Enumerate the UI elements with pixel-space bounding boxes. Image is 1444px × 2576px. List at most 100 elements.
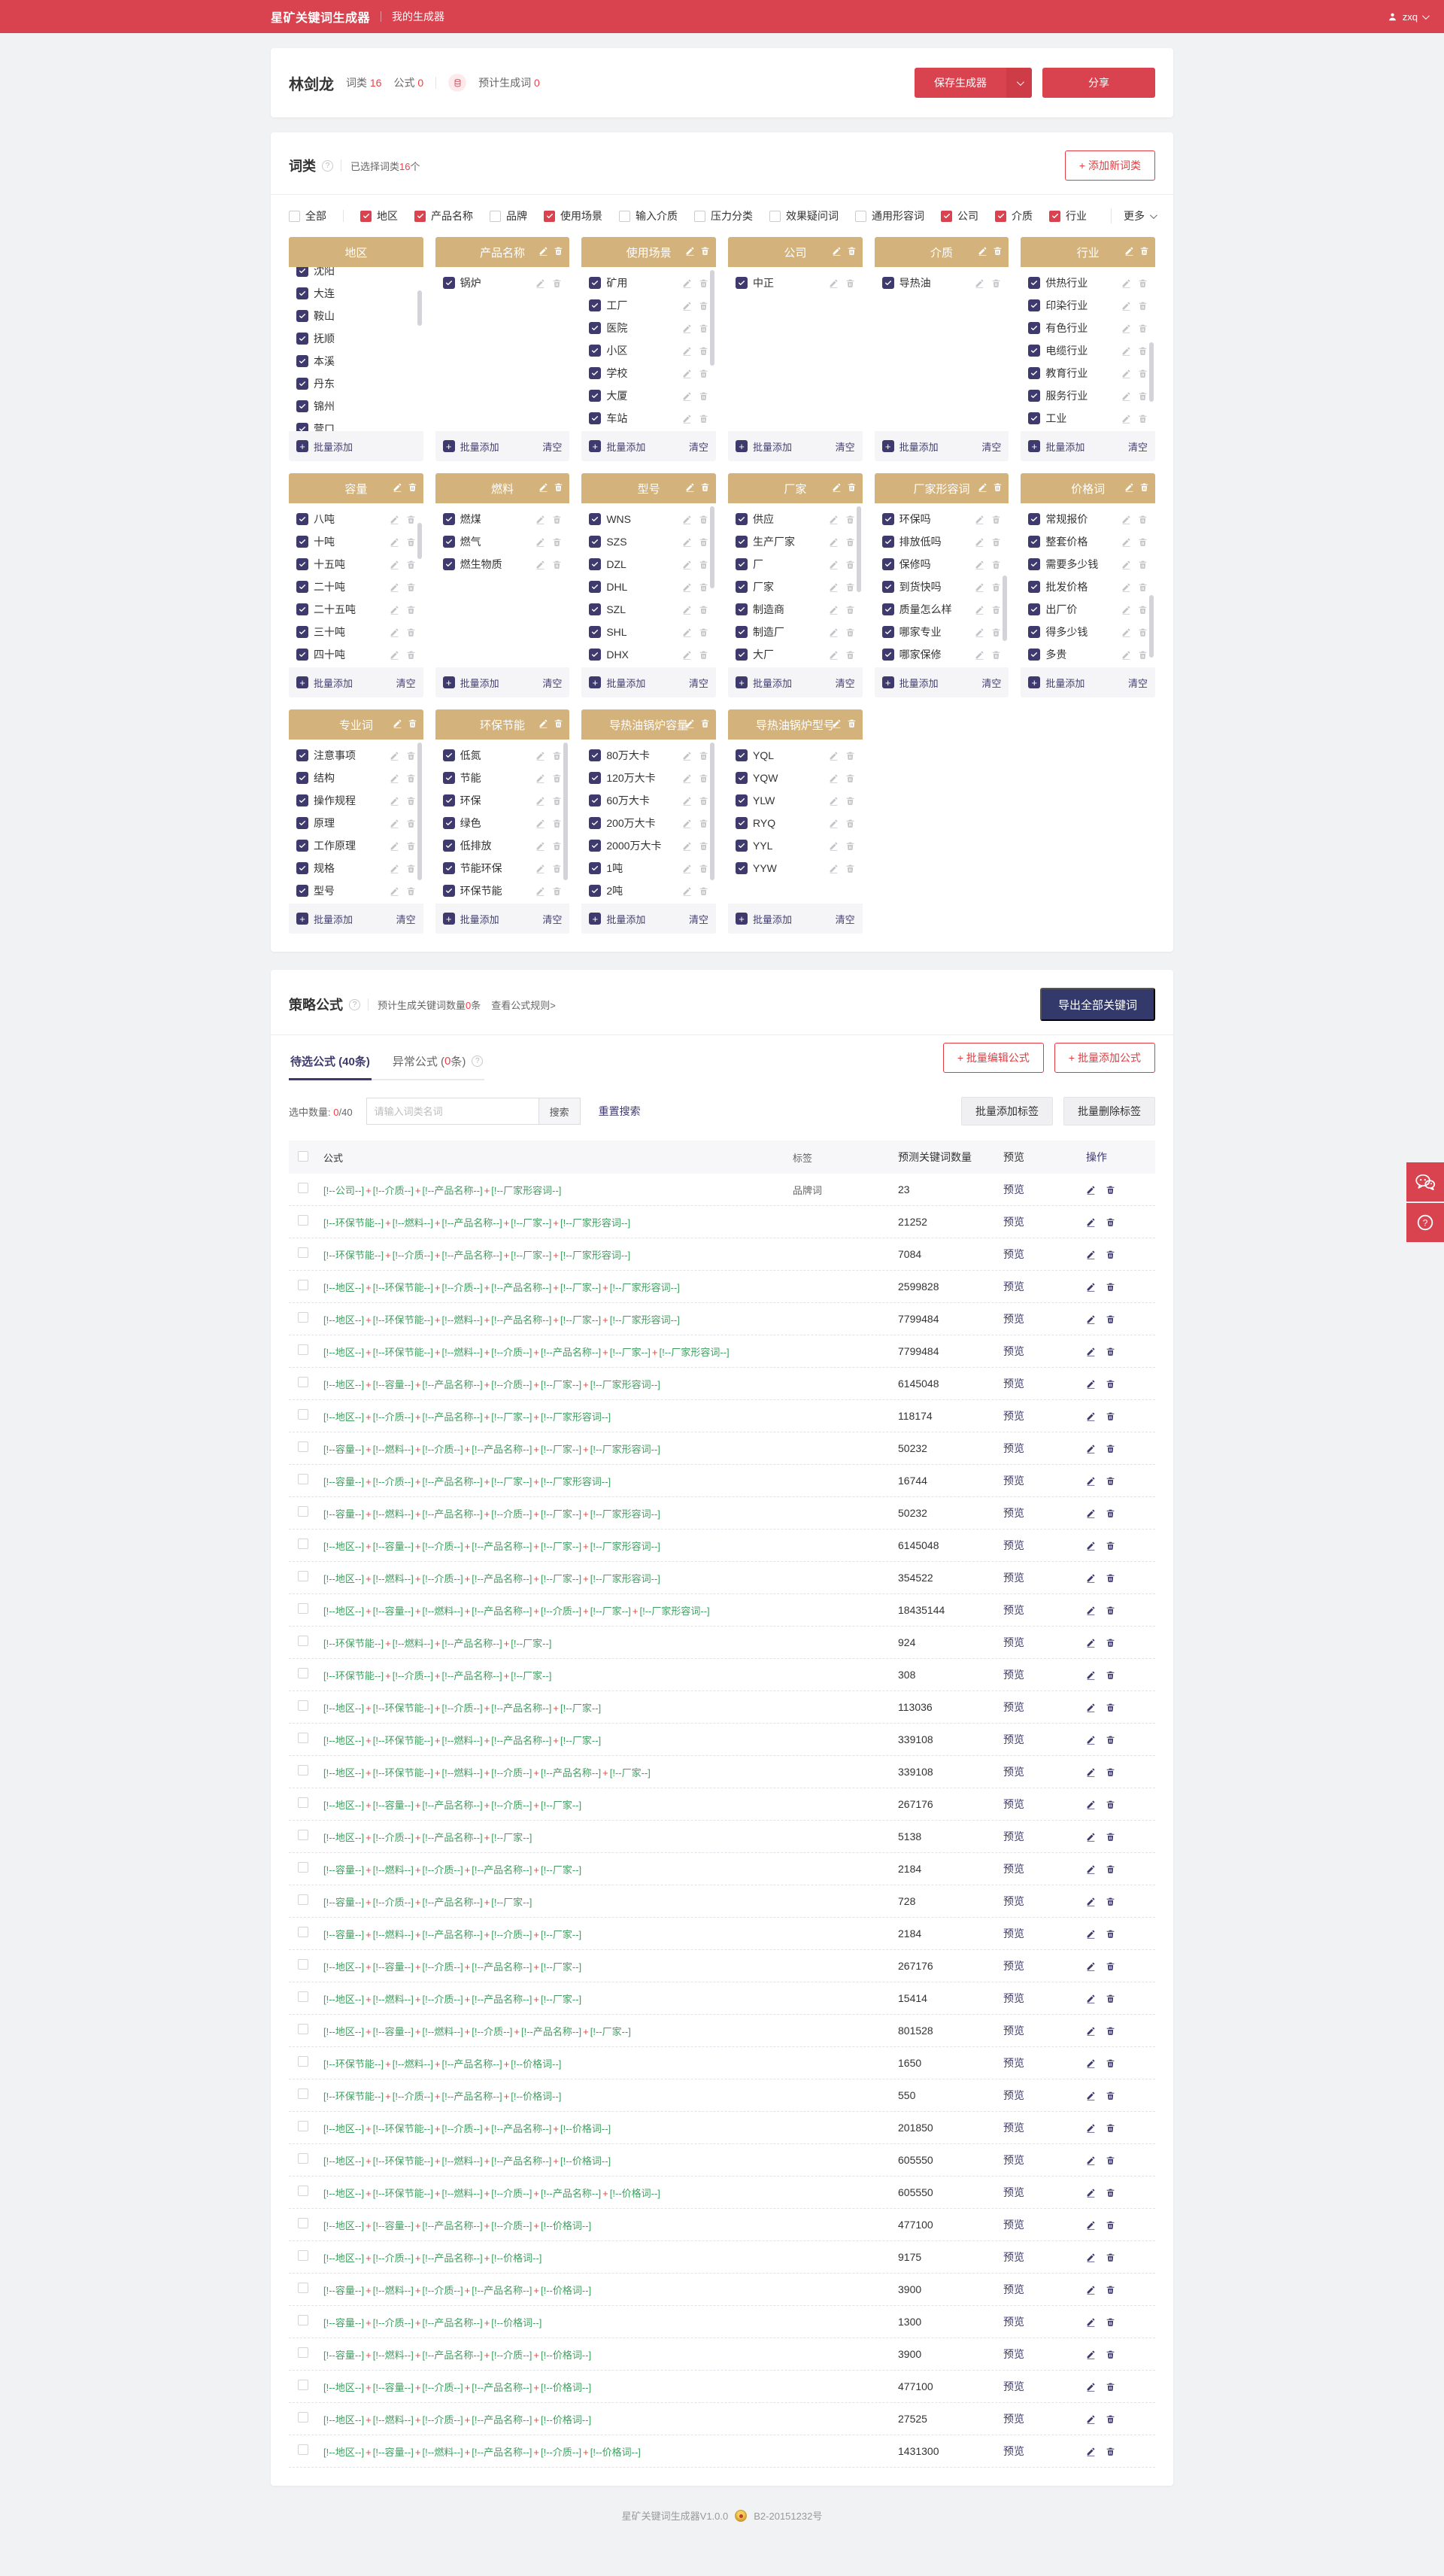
delete-icon[interactable] <box>991 515 1001 524</box>
edit-icon[interactable] <box>393 718 402 731</box>
preview-link[interactable]: 预览 <box>1003 1216 1024 1228</box>
item-checkbox[interactable] <box>296 310 308 322</box>
edit-icon[interactable] <box>1086 1347 1096 1356</box>
edit-icon[interactable] <box>1121 560 1131 570</box>
item-checkbox[interactable] <box>1028 513 1041 525</box>
edit-icon[interactable] <box>975 515 984 524</box>
delete-icon[interactable] <box>845 627 855 637</box>
delete-icon[interactable] <box>1138 650 1148 660</box>
item-checkbox[interactable] <box>296 817 308 829</box>
item-checkbox[interactable] <box>736 649 748 661</box>
preview-link[interactable]: 预览 <box>1003 2089 1024 2101</box>
delete-icon[interactable] <box>1106 2058 1115 2068</box>
row-checkbox[interactable] <box>298 1214 308 1226</box>
delete-icon[interactable] <box>991 278 1001 288</box>
edit-icon[interactable] <box>682 324 692 333</box>
edit-icon[interactable] <box>1086 2123 1096 2133</box>
select-all-checkbox[interactable] <box>298 1150 308 1162</box>
item-checkbox[interactable] <box>442 513 455 525</box>
edit-icon[interactable] <box>1086 2091 1096 2101</box>
preview-link[interactable]: 预览 <box>1003 1345 1024 1357</box>
edit-icon[interactable] <box>682 841 692 851</box>
clear-button[interactable]: 清空 <box>1128 676 1148 690</box>
item-checkbox[interactable] <box>296 333 308 345</box>
delete-icon[interactable] <box>1106 2220 1115 2230</box>
delete-icon[interactable] <box>1106 1670 1115 1680</box>
edit-icon[interactable] <box>390 515 399 524</box>
item-checkbox[interactable] <box>589 862 602 874</box>
item-checkbox[interactable] <box>1028 299 1041 311</box>
edit-icon[interactable] <box>1086 1185 1096 1195</box>
filter-item[interactable]: 产品名称 <box>414 208 473 223</box>
edit-icon[interactable] <box>682 751 692 761</box>
item-checkbox[interactable] <box>296 649 308 661</box>
item-checkbox[interactable] <box>736 772 748 784</box>
delete-icon[interactable] <box>1106 1800 1115 1809</box>
edit-icon[interactable] <box>1086 2220 1096 2230</box>
edit-icon[interactable] <box>535 841 545 851</box>
batch-add-button[interactable]: + 批量添加 <box>1028 439 1085 454</box>
row-checkbox[interactable] <box>298 1861 308 1873</box>
edit-icon[interactable] <box>1121 301 1131 311</box>
delete-icon[interactable] <box>699 301 708 311</box>
item-checkbox[interactable] <box>736 581 748 593</box>
item-checkbox[interactable] <box>442 277 455 289</box>
preview-link[interactable]: 预览 <box>1003 2445 1024 2457</box>
item-checkbox[interactable] <box>736 513 748 525</box>
preview-link[interactable]: 预览 <box>1003 2057 1024 2069</box>
delete-icon[interactable] <box>1106 2155 1115 2165</box>
delete-icon[interactable] <box>1138 537 1148 547</box>
edit-icon[interactable] <box>535 819 545 828</box>
row-checkbox[interactable] <box>298 1602 308 1614</box>
edit-icon[interactable] <box>1086 2285 1096 2295</box>
edit-icon[interactable] <box>682 650 692 660</box>
filter-item[interactable]: 使用场景 <box>544 208 602 223</box>
delete-icon[interactable] <box>699 841 708 851</box>
delete-icon[interactable] <box>1106 1411 1115 1421</box>
delete-icon[interactable] <box>1106 1961 1115 1971</box>
edit-icon[interactable] <box>1121 650 1131 660</box>
clear-button[interactable]: 清空 <box>689 676 708 690</box>
delete-icon[interactable] <box>1106 2317 1115 2327</box>
item-checkbox[interactable] <box>589 390 602 402</box>
filter-item[interactable]: 介质 <box>995 208 1033 223</box>
delete-icon[interactable] <box>699 627 708 637</box>
preview-link[interactable]: 预览 <box>1003 1507 1024 1519</box>
delete-icon[interactable] <box>406 773 416 783</box>
delete-icon[interactable] <box>1138 414 1148 424</box>
edit-icon[interactable] <box>1086 1864 1096 1874</box>
delete-icon[interactable] <box>406 841 416 851</box>
edit-icon[interactable] <box>1086 2414 1096 2424</box>
scrollbar[interactable] <box>417 290 422 327</box>
delete-icon[interactable] <box>1139 482 1149 495</box>
delete-icon[interactable] <box>700 246 710 259</box>
batch-add-button[interactable]: + 批量添加 <box>442 912 499 926</box>
row-checkbox[interactable] <box>298 1667 308 1678</box>
delete-icon[interactable] <box>1106 1573 1115 1583</box>
edit-icon[interactable] <box>832 482 842 495</box>
item-checkbox[interactable] <box>589 513 602 525</box>
preview-link[interactable]: 预览 <box>1003 1442 1024 1454</box>
delete-icon[interactable] <box>993 482 1003 495</box>
wechat-chat-icon[interactable] <box>1406 1162 1444 1201</box>
item-checkbox[interactable] <box>442 772 455 784</box>
scrollbar[interactable] <box>1149 342 1154 402</box>
edit-icon[interactable] <box>829 560 839 570</box>
row-checkbox[interactable] <box>298 2411 308 2423</box>
clear-button[interactable]: 清空 <box>981 439 1001 454</box>
user-menu[interactable]: zxq <box>1387 0 1430 33</box>
edit-icon[interactable] <box>1086 1994 1096 2003</box>
delete-icon[interactable] <box>1106 1703 1115 1712</box>
item-checkbox[interactable] <box>442 817 455 829</box>
delete-icon[interactable] <box>408 718 417 731</box>
row-checkbox[interactable] <box>298 1635 308 1646</box>
edit-icon[interactable] <box>1086 1929 1096 1939</box>
delete-icon[interactable] <box>1106 1541 1115 1551</box>
preview-link[interactable]: 预览 <box>1003 1313 1024 1325</box>
item-checkbox[interactable] <box>589 626 602 638</box>
delete-icon[interactable] <box>991 537 1001 547</box>
edit-icon[interactable] <box>1086 1379 1096 1389</box>
edit-icon[interactable] <box>829 278 839 288</box>
item-checkbox[interactable] <box>1028 626 1041 638</box>
edit-icon[interactable] <box>1086 1961 1096 1971</box>
